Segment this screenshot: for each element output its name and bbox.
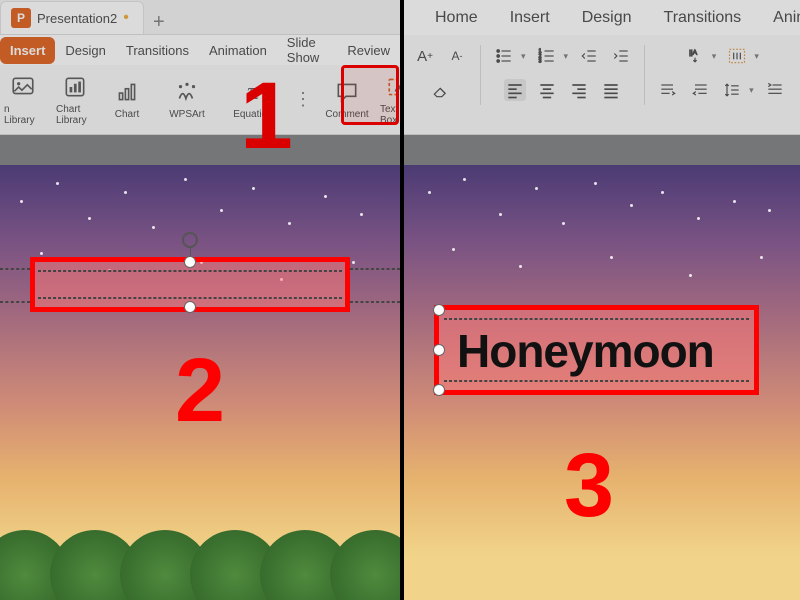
- chart-library-button[interactable]: Chart Library: [52, 74, 98, 126]
- left-panel: P Presentation2 • + Insert Design Transi…: [0, 0, 400, 600]
- ribbon-body: n Library Chart Library Chart WPSArt π E…: [0, 65, 400, 135]
- svg-text:||A: ||A: [689, 49, 697, 56]
- columns-icon[interactable]: [726, 45, 748, 67]
- chart-icon: [114, 79, 140, 105]
- align-justify-icon[interactable]: [600, 79, 622, 101]
- library-icon: [10, 74, 36, 100]
- text-box-content[interactable]: Honeymoon: [457, 324, 714, 378]
- tab-design[interactable]: Design: [55, 37, 115, 64]
- canvas-gutter: [0, 135, 400, 165]
- text-direction-icon[interactable]: ||A: [684, 45, 706, 67]
- wpsart-button[interactable]: WPSArt: [156, 79, 218, 120]
- dropdown-icon[interactable]: ▾: [749, 85, 754, 96]
- chart-button[interactable]: Chart: [104, 79, 150, 120]
- ribbon-tab-strip: Insert Design Transitions Animation Slid…: [0, 35, 400, 65]
- app-badge-icon: P: [11, 8, 31, 28]
- canvas-gutter-right: [404, 135, 800, 165]
- bushes-decor: [0, 540, 400, 600]
- resize-handle[interactable]: [433, 384, 445, 396]
- guide-line: [350, 268, 400, 270]
- resize-handle[interactable]: [433, 344, 445, 356]
- document-title: Presentation2: [37, 11, 117, 26]
- guide-line: [0, 301, 30, 303]
- bullets-icon[interactable]: [493, 45, 515, 67]
- guide-line: [0, 268, 30, 270]
- dropdown-icon[interactable]: ▾: [754, 51, 759, 62]
- tab-transitions-r[interactable]: Transitions: [648, 3, 758, 33]
- tab-transitions[interactable]: Transitions: [116, 37, 199, 64]
- step-1-label: 1: [240, 62, 293, 171]
- unsaved-dot-icon: •: [123, 10, 129, 26]
- tab-insert-r[interactable]: Insert: [494, 3, 566, 33]
- tab-insert[interactable]: Insert: [0, 37, 55, 64]
- numbering-icon[interactable]: 123: [536, 45, 558, 67]
- indent-first-line-icon[interactable]: [764, 79, 786, 101]
- dropdown-icon[interactable]: ▾: [712, 51, 717, 62]
- dropdown-icon[interactable]: ▾: [564, 51, 569, 62]
- dropdown-icon[interactable]: ▾: [521, 51, 526, 62]
- step-3-label: 3: [564, 435, 614, 538]
- increase-font-icon[interactable]: A+: [414, 45, 436, 67]
- rotate-handle-icon[interactable]: [182, 232, 198, 248]
- callout-text-box-button: [341, 65, 399, 125]
- slide-canvas-right[interactable]: Honeymoon 3: [404, 165, 800, 600]
- line-spacing-icon[interactable]: [721, 79, 743, 101]
- resize-handle[interactable]: [184, 256, 196, 268]
- step-2-label: 2: [175, 340, 225, 443]
- right-panel: Home Insert Design Transitions Anim A+ A…: [404, 0, 800, 600]
- library-button[interactable]: n Library: [0, 74, 46, 126]
- eraser-icon[interactable]: [430, 79, 452, 101]
- align-right-icon[interactable]: [568, 79, 590, 101]
- tab-review[interactable]: Review: [337, 37, 400, 64]
- empty-text-box[interactable]: [30, 257, 350, 312]
- title-bar: P Presentation2 • +: [0, 0, 400, 35]
- resize-handle[interactable]: [184, 301, 196, 313]
- tab-animation-r[interactable]: Anim: [757, 3, 800, 33]
- new-tab-button[interactable]: +: [144, 11, 174, 34]
- wpsart-icon: [174, 79, 200, 105]
- ribbon-body-right: A+ A- ▾ 123 ▾: [404, 35, 800, 135]
- rtl-icon[interactable]: [689, 79, 711, 101]
- tab-design-r[interactable]: Design: [566, 3, 648, 33]
- chart-library-icon: [62, 74, 88, 100]
- ribbon-tab-strip-right: Home Insert Design Transitions Anim: [404, 0, 800, 35]
- ltr-icon[interactable]: [657, 79, 679, 101]
- tab-animation[interactable]: Animation: [199, 37, 277, 64]
- align-left-icon[interactable]: [504, 79, 526, 101]
- increase-indent-icon[interactable]: [610, 45, 632, 67]
- decrease-indent-icon[interactable]: [578, 45, 600, 67]
- tab-home[interactable]: Home: [419, 3, 494, 33]
- guide-line: [350, 301, 400, 303]
- document-tab[interactable]: P Presentation2 •: [0, 1, 144, 34]
- resize-handle[interactable]: [433, 304, 445, 316]
- svg-text:3: 3: [538, 59, 541, 65]
- slide-canvas-left[interactable]: 2: [0, 165, 400, 600]
- decrease-font-icon[interactable]: A-: [446, 45, 468, 67]
- align-center-icon[interactable]: [536, 79, 558, 101]
- filled-text-box[interactable]: Honeymoon: [434, 305, 759, 395]
